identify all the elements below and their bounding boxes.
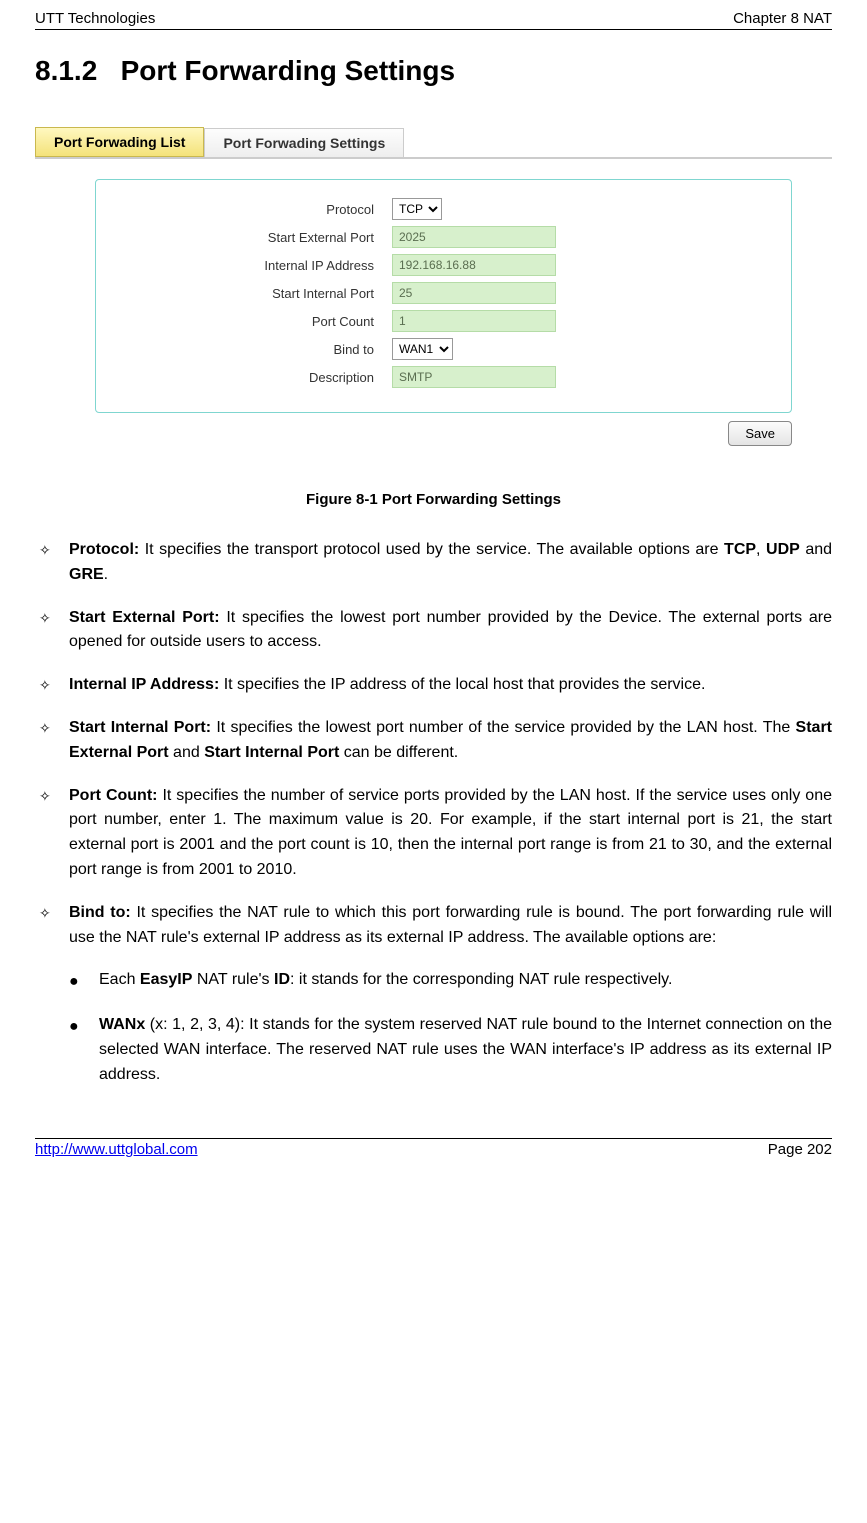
footer-url[interactable]: http://www.uttglobal.com — [35, 1141, 198, 1158]
tab-port-forwarding-list[interactable]: Port Forwading List — [35, 127, 204, 157]
input-internal-ip[interactable] — [392, 254, 556, 276]
sub-list-item: ● Each EasyIP NAT rule's ID: it stands f… — [65, 968, 832, 995]
tab-port-forwarding-settings[interactable]: Port Forwading Settings — [204, 128, 404, 157]
diamond-icon: ✧ — [35, 673, 69, 698]
diamond-icon: ✧ — [35, 606, 69, 656]
label-description: Description — [114, 370, 392, 385]
header-left: UTT Technologies — [35, 10, 155, 27]
input-start-internal-port[interactable] — [392, 282, 556, 304]
section-heading: 8.1.2 Port Forwarding Settings — [35, 55, 832, 87]
input-description[interactable] — [392, 366, 556, 388]
list-item: ✧ Port Count: It specifies the number of… — [35, 784, 832, 883]
header-right: Chapter 8 NAT — [733, 10, 832, 27]
input-start-external-port[interactable] — [392, 226, 556, 248]
page-header: UTT Technologies Chapter 8 NAT — [35, 10, 832, 30]
footer-page: Page 202 — [768, 1141, 832, 1158]
form-panel: Protocol TCP Start External Port Interna… — [95, 179, 792, 413]
diamond-icon: ✧ — [35, 716, 69, 766]
bullet-icon: ● — [65, 968, 99, 995]
list-item: ✧ Protocol: It specifies the transport p… — [35, 538, 832, 588]
label-internal-ip: Internal IP Address — [114, 258, 392, 273]
bullet-icon: ● — [65, 1013, 99, 1087]
figure-caption: Figure 8-1 Port Forwarding Settings — [35, 491, 832, 508]
select-bind-to[interactable]: WAN1 — [392, 338, 453, 360]
label-protocol: Protocol — [114, 202, 392, 217]
description-list: ✧ Protocol: It specifies the transport p… — [35, 538, 832, 1088]
save-button[interactable]: Save — [728, 421, 792, 446]
sub-list-item: ● WANx (x: 1, 2, 3, 4): It stands for th… — [65, 1013, 832, 1087]
list-item: ✧ Bind to: It specifies the NAT rule to … — [35, 901, 832, 951]
label-bind-to: Bind to — [114, 342, 392, 357]
list-item: ✧ Start Internal Port: It specifies the … — [35, 716, 832, 766]
diamond-icon: ✧ — [35, 784, 69, 883]
list-item: ✧ Internal IP Address: It specifies the … — [35, 673, 832, 698]
list-item: ✧ Start External Port: It specifies the … — [35, 606, 832, 656]
label-start-internal-port: Start Internal Port — [114, 286, 392, 301]
tabs-row: Port Forwading List Port Forwading Setti… — [35, 127, 832, 159]
select-protocol[interactable]: TCP — [392, 198, 442, 220]
label-port-count: Port Count — [114, 314, 392, 329]
diamond-icon: ✧ — [35, 538, 69, 588]
input-port-count[interactable] — [392, 310, 556, 332]
diamond-icon: ✧ — [35, 901, 69, 951]
label-start-external-port: Start External Port — [114, 230, 392, 245]
page-footer: http://www.uttglobal.com Page 202 — [35, 1138, 832, 1158]
